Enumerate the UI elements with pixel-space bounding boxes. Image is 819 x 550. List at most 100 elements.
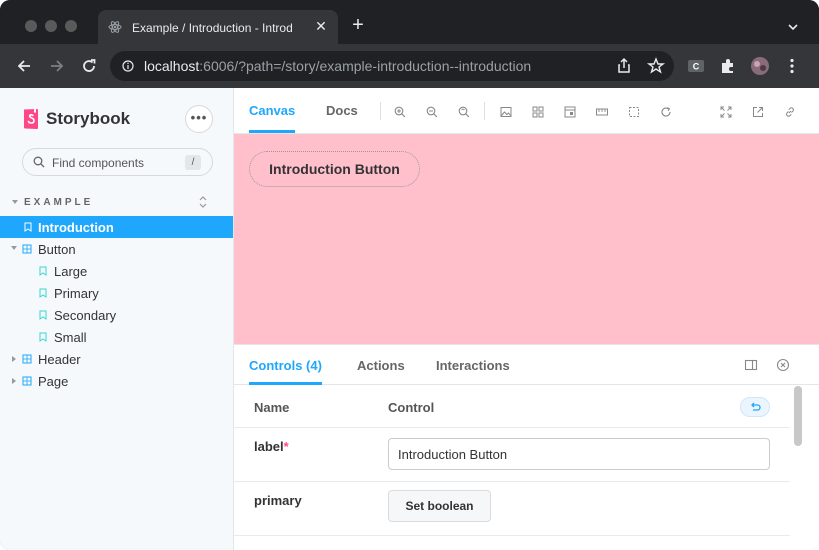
svg-text:C: C [693,62,700,72]
storybook-brand[interactable]: Storybook [22,106,130,132]
component-grid-icon [22,376,32,386]
control-name-label: label [254,439,284,454]
brand-title: Storybook [46,109,131,128]
browser-tab[interactable]: Example / Introduction - Introd ✕ [98,10,338,44]
back-arrow-icon[interactable] [14,56,34,76]
controls-table: Name Control label* Introduction Button [234,386,804,550]
table-row: label* Introduction Button [234,428,790,482]
tab-title: Example / Introduction - Introd [132,21,293,35]
tab-actions[interactable]: Actions [357,345,405,385]
set-boolean-button[interactable]: Set boolean [388,490,491,522]
control-name: primary [254,493,302,508]
extensions-puzzle-icon[interactable] [718,56,738,76]
close-panel-icon[interactable] [776,358,790,372]
background-image-icon[interactable] [500,106,512,118]
remount-icon[interactable] [660,106,672,118]
address-bar[interactable]: localhost:6006/?path=/story/example-intr… [110,51,674,81]
tab-canvas[interactable]: Canvas [249,88,296,133]
preview-canvas: Introduction Button [234,134,819,344]
zoom-reset-icon[interactable] [458,106,470,118]
measure-icon[interactable] [596,106,608,118]
sidebar-item-large[interactable]: Large [0,260,233,282]
bookmark-star-icon[interactable] [646,56,666,76]
panel-orientation-icon[interactable] [744,358,758,372]
viewport-icon[interactable] [564,106,576,118]
tab-interactions[interactable]: Interactions [436,345,510,385]
sidebar-item-label: Header [38,352,81,367]
addons-tabs: Controls (4) Actions Interactions [234,345,819,385]
component-grid-icon [22,354,32,364]
zoom-window-button[interactable] [65,20,77,32]
browser-toolbar: localhost:6006/?path=/story/example-intr… [0,44,819,88]
minimize-window-button[interactable] [45,20,57,32]
column-header-name: Name [254,400,290,415]
controls-scrollbar[interactable] [794,386,802,446]
caret-down-icon [11,246,17,250]
label-text-field[interactable]: Introduction Button [388,438,770,470]
sidebar-item-label: Button [38,242,76,257]
column-header-control: Control [388,400,435,415]
sidebar-item-label: Secondary [54,308,117,323]
toolbar-divider [484,102,485,120]
bookmark-icon [39,310,47,320]
section-example[interactable]: EXAMPLE [12,195,212,209]
tab-controls[interactable]: Controls (4) [249,345,322,385]
copy-link-icon[interactable] [784,106,796,118]
outline-icon[interactable] [628,106,640,118]
main-panel: Canvas Docs Introduction Button Controls… [233,88,819,550]
react-icon [108,21,122,33]
storybook-app: Storybook ••• Find components / EXAMPLE [0,88,819,550]
sidebar-item-label: Primary [54,286,99,301]
sidebar-item-primary[interactable]: Primary [0,282,233,304]
close-window-button[interactable] [25,20,37,32]
open-new-tab-icon[interactable] [752,106,764,118]
search-placeholder: Find components [52,156,145,170]
more-vert-icon[interactable] [782,56,802,76]
section-label: EXAMPLE [24,197,94,208]
profile-avatar-icon[interactable] [750,56,770,76]
sidebar-item-secondary[interactable]: Secondary [0,304,233,326]
sidebar-item-label: Introduction [38,220,114,235]
share-icon[interactable] [614,56,634,76]
sidebar-item-small[interactable]: Small [0,326,233,348]
undo-icon [751,402,761,411]
caret-right-icon [12,356,16,362]
url-text: localhost:6006/?path=/story/example-intr… [144,58,531,74]
tab-docs[interactable]: Docs [326,88,358,133]
reset-controls-button[interactable] [740,397,770,417]
search-icon [33,156,45,168]
sidebar-item-page[interactable]: Page [0,370,233,392]
introduction-demo-button[interactable]: Introduction Button [249,151,420,187]
sidebar-item-header[interactable]: Header [0,348,233,370]
chevron-down-icon[interactable] [786,20,800,34]
tab-close-icon[interactable]: ✕ [312,17,330,35]
zoom-in-icon[interactable] [394,106,406,118]
search-shortcut-key: / [185,155,201,170]
table-header-row: Name Control [234,386,790,428]
sidebar-item-label: Small [54,330,87,345]
reload-icon[interactable] [79,56,99,76]
table-row: primary Set boolean [234,482,790,536]
sidebar-item-button[interactable]: Button [0,238,233,260]
expand-collapse-icon[interactable] [198,195,208,209]
search-input[interactable]: Find components / [22,148,213,176]
bookmark-icon [39,266,47,276]
bookmark-icon [39,288,47,298]
forward-arrow-icon[interactable] [47,56,67,76]
sidebar-item-label: Large [54,264,88,279]
site-info-icon[interactable] [122,60,134,72]
tab-strip: Example / Introduction - Introd ✕ + [0,0,819,44]
preview-toolbar: Canvas Docs [234,88,819,134]
zoom-out-icon[interactable] [426,106,438,118]
control-name: label* [254,439,289,454]
grid-icon[interactable] [532,106,544,118]
fullscreen-icon[interactable] [720,106,732,118]
settings-menu-button[interactable]: ••• [185,105,213,133]
sidebar-item-introduction[interactable]: Introduction [0,216,233,238]
sidebar-item-label: Page [38,374,69,389]
caret-down-icon [12,200,18,204]
component-grid-icon [22,244,32,254]
bookmark-icon [39,332,47,342]
extension-cb-icon[interactable]: C [686,56,706,76]
new-tab-button[interactable]: + [348,15,368,35]
